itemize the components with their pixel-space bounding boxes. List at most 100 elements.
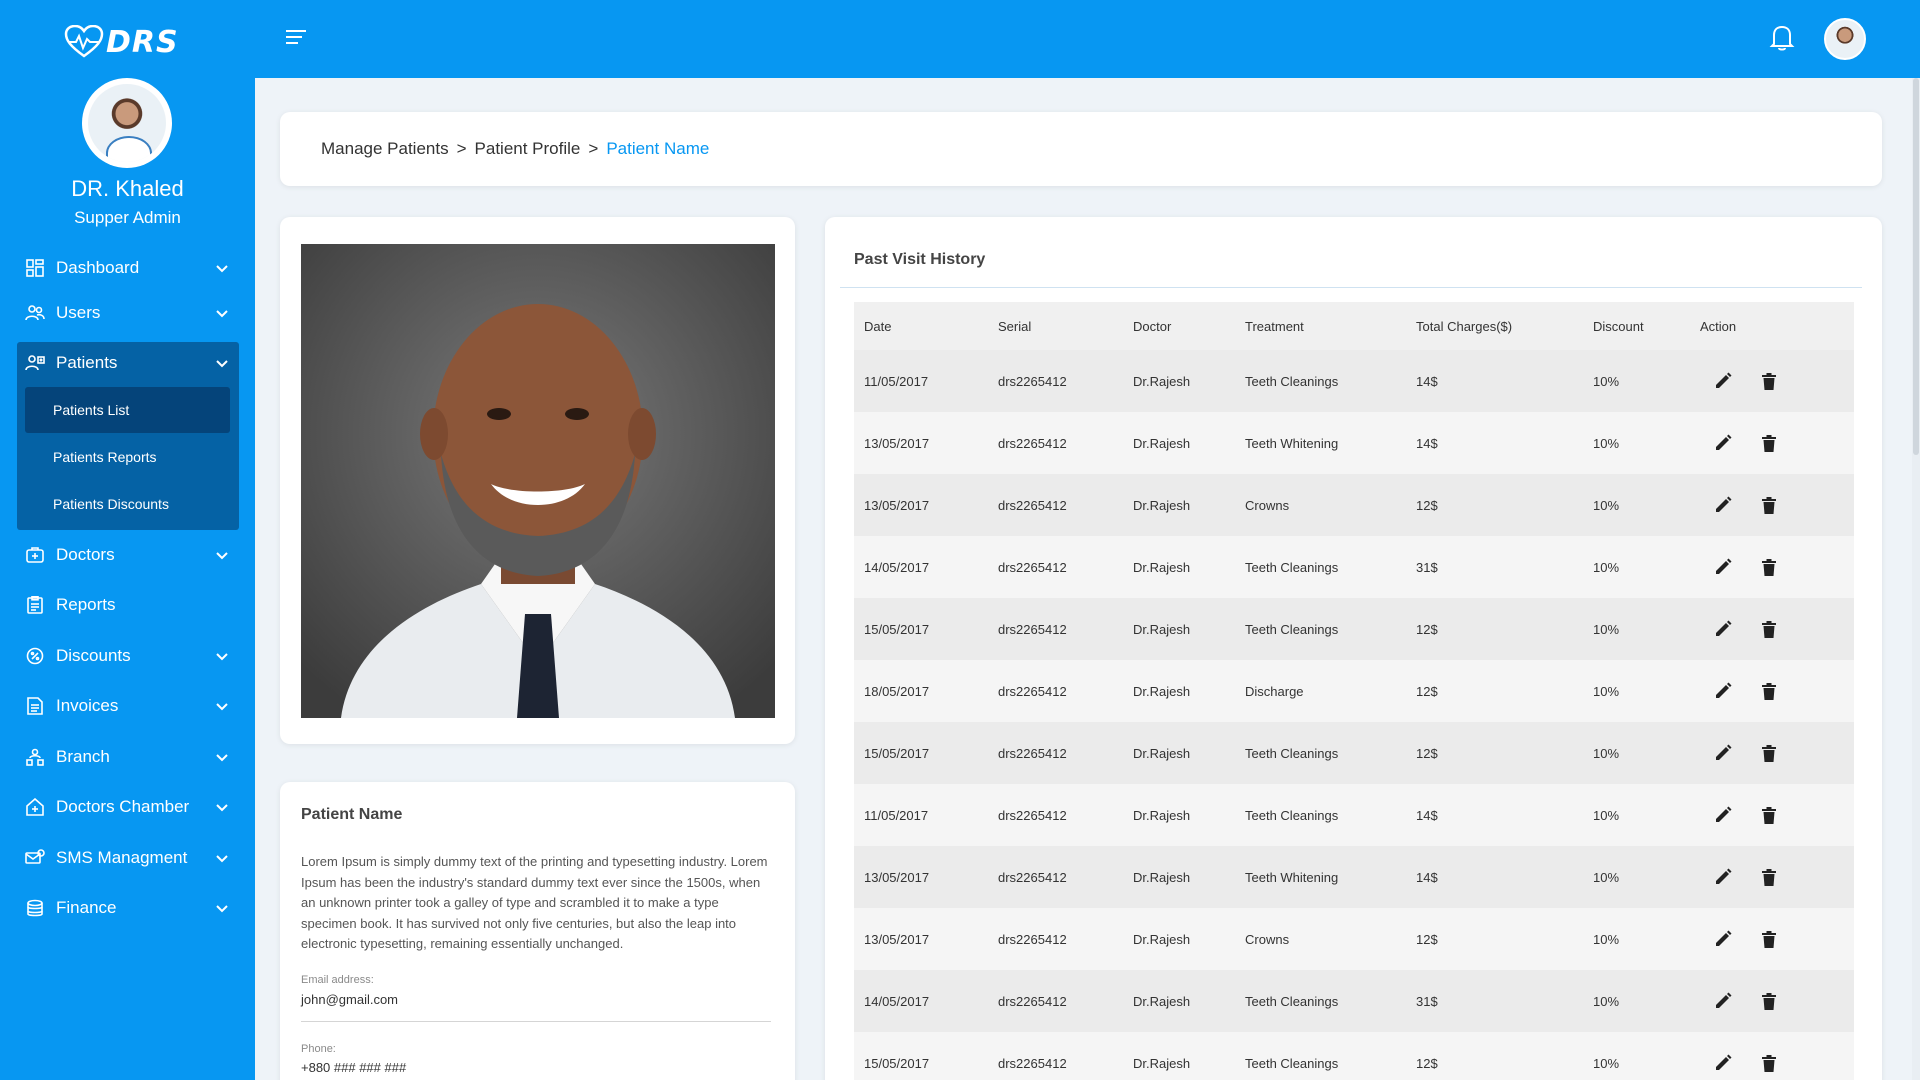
breadcrumb-patient-profile[interactable]: Patient Profile — [475, 139, 581, 159]
chevron-down-icon — [216, 653, 228, 661]
submenu-item-patients-list[interactable]: Patients List — [25, 387, 230, 433]
table-row[interactable]: 18/05/2017 drs2265412 Dr.Rajesh Discharg… — [854, 660, 1854, 722]
user-avatar[interactable] — [1824, 18, 1866, 60]
delete-icon[interactable] — [1758, 680, 1780, 702]
cell-action — [1690, 432, 1854, 454]
delete-icon[interactable] — [1758, 928, 1780, 950]
sidebar-item-users[interactable]: Users — [18, 293, 238, 333]
table-row[interactable]: 13/05/2017 drs2265412 Dr.Rajesh Teeth Wh… — [854, 412, 1854, 474]
cell-date: 13/05/2017 — [864, 497, 930, 513]
delete-icon[interactable] — [1758, 556, 1780, 578]
cell-date: 13/05/2017 — [864, 931, 930, 947]
edit-icon[interactable] — [1712, 556, 1734, 578]
profile-avatar[interactable] — [82, 78, 172, 168]
edit-icon[interactable] — [1712, 742, 1734, 764]
edit-icon[interactable] — [1712, 494, 1734, 516]
patient-description: Lorem Ipsum is simply dummy text of the … — [301, 854, 768, 951]
edit-icon[interactable] — [1712, 928, 1734, 950]
cell-doctor: Dr.Rajesh — [1133, 373, 1191, 389]
column-header-doctor[interactable]: Doctor — [1123, 319, 1235, 334]
brand-logo[interactable]: DRS — [64, 24, 192, 60]
edit-icon[interactable] — [1712, 990, 1734, 1012]
notification-bell-icon[interactable] — [1768, 22, 1796, 52]
column-header-treatment[interactable]: Treatment — [1235, 319, 1406, 334]
sidebar-item-reports[interactable]: Reports — [18, 585, 238, 625]
cell-discount: 10% — [1593, 1055, 1620, 1071]
sidebar-item-doctors[interactable]: Doctors — [18, 535, 238, 575]
edit-icon[interactable] — [1712, 680, 1734, 702]
sidebar-item-doctors-chamber[interactable]: Doctors Chamber — [18, 787, 238, 827]
chevron-down-icon — [216, 703, 228, 711]
delete-icon[interactable] — [1758, 370, 1780, 392]
page-scrollbar[interactable] — [1912, 78, 1920, 1080]
cell-discount: 10% — [1593, 807, 1620, 823]
patient-name: Patient Name — [301, 806, 403, 823]
table-row[interactable]: 11/05/2017 drs2265412 Dr.Rajesh Teeth Cl… — [854, 350, 1854, 412]
delete-icon[interactable] — [1758, 494, 1780, 516]
delete-icon[interactable] — [1758, 432, 1780, 454]
cell-discount: 10% — [1593, 683, 1620, 699]
edit-icon[interactable] — [1712, 804, 1734, 826]
sidebar-item-sms-managment[interactable]: SMS Managment — [18, 838, 238, 878]
table-row[interactable]: 15/05/2017 drs2265412 Dr.Rajesh Teeth Cl… — [854, 598, 1854, 660]
profile-name: DR. Khaled — [71, 176, 184, 201]
breadcrumb-manage-patients[interactable]: Manage Patients — [321, 139, 449, 159]
edit-icon[interactable] — [1712, 866, 1734, 888]
discounts-icon — [24, 645, 46, 667]
delete-icon[interactable] — [1758, 990, 1780, 1012]
delete-icon[interactable] — [1758, 618, 1780, 640]
cell-action — [1690, 494, 1854, 516]
cell-date: 11/05/2017 — [864, 807, 929, 823]
cell-serial: drs2265412 — [998, 621, 1067, 637]
table-row[interactable]: 13/05/2017 drs2265412 Dr.Rajesh Crowns 1… — [854, 908, 1854, 970]
table-row[interactable]: 13/05/2017 drs2265412 Dr.Rajesh Teeth Wh… — [854, 846, 1854, 908]
scrollbar-thumb[interactable] — [1913, 78, 1919, 455]
sidebar-item-label: Dashboard — [56, 258, 140, 277]
delete-icon[interactable] — [1758, 804, 1780, 826]
table-row[interactable]: 15/05/2017 drs2265412 Dr.Rajesh Teeth Cl… — [854, 722, 1854, 784]
cell-serial: drs2265412 — [998, 559, 1067, 575]
edit-icon[interactable] — [1712, 432, 1734, 454]
chevron-down-icon — [216, 310, 228, 318]
sidebar-item-finance[interactable]: Finance — [18, 888, 238, 928]
edit-icon[interactable] — [1712, 618, 1734, 640]
sidebar-item-invoices[interactable]: Invoices — [18, 686, 238, 726]
sidebar-item-patients[interactable]: Patients — [18, 343, 238, 383]
column-header-total-charges[interactable]: Total Charges($) — [1406, 319, 1583, 334]
column-header-discount[interactable]: Discount — [1583, 319, 1690, 334]
edit-icon[interactable] — [1712, 1052, 1734, 1074]
column-header-serial[interactable]: Serial — [988, 319, 1123, 334]
submenu-item-patients-reports[interactable]: Patients Reports — [25, 434, 230, 480]
cell-total-charges: 14$ — [1416, 807, 1438, 823]
cell-action — [1690, 866, 1854, 888]
dashboard-icon — [24, 257, 46, 279]
column-header-date[interactable]: Date — [854, 319, 988, 334]
sidebar-item-dashboard[interactable]: Dashboard — [18, 248, 238, 288]
delete-icon[interactable] — [1758, 1052, 1780, 1074]
cell-serial: drs2265412 — [998, 497, 1067, 513]
cell-action — [1690, 680, 1854, 702]
sidebar-item-discounts[interactable]: Discounts — [18, 636, 238, 676]
cell-action — [1690, 1052, 1854, 1074]
sidebar: DRS DR. Khaled Supper Admin Dashboard Us… — [0, 0, 255, 1080]
cell-serial: drs2265412 — [998, 1055, 1067, 1071]
table-row[interactable]: 14/05/2017 drs2265412 Dr.Rajesh Teeth Cl… — [854, 970, 1854, 1032]
top-bar — [255, 0, 1920, 78]
sidebar-item-branch[interactable]: Branch — [18, 737, 238, 777]
cell-treatment: Teeth Cleanings — [1245, 993, 1339, 1009]
cell-date: 13/05/2017 — [864, 869, 930, 885]
table-row[interactable]: 11/05/2017 drs2265412 Dr.Rajesh Teeth Cl… — [854, 784, 1854, 846]
invoices-icon — [24, 695, 46, 717]
edit-icon[interactable] — [1712, 370, 1734, 392]
table-row[interactable]: 14/05/2017 drs2265412 Dr.Rajesh Teeth Cl… — [854, 536, 1854, 598]
menu-toggle-icon[interactable] — [285, 27, 307, 47]
table-row[interactable]: 15/05/2017 drs2265412 Dr.Rajesh Teeth Cl… — [854, 1032, 1854, 1080]
patient-photo — [301, 244, 775, 718]
cell-doctor: Dr.Rajesh — [1133, 559, 1191, 575]
patients-icon — [24, 352, 46, 374]
submenu-item-patients-discounts[interactable]: Patients Discounts — [25, 481, 230, 527]
delete-icon[interactable] — [1758, 742, 1780, 764]
table-row[interactable]: 13/05/2017 drs2265412 Dr.Rajesh Crowns 1… — [854, 474, 1854, 536]
delete-icon[interactable] — [1758, 866, 1780, 888]
cell-action — [1690, 556, 1854, 578]
